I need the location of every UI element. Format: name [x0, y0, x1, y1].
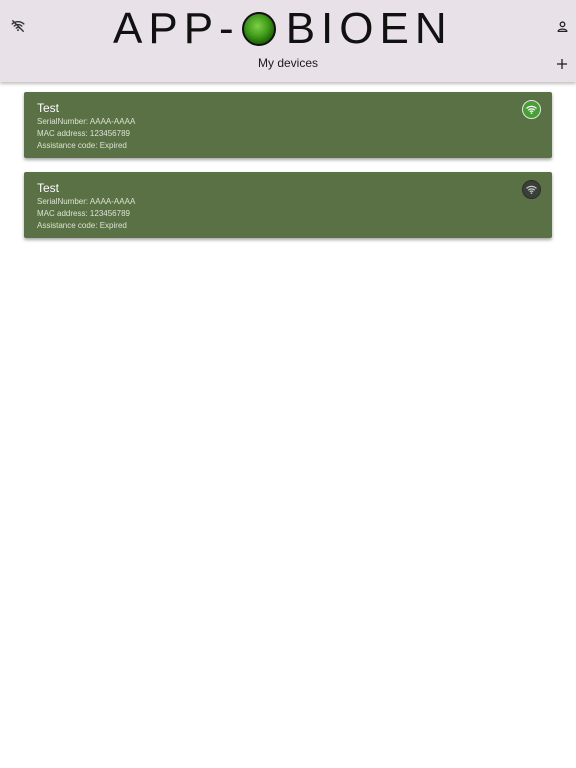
mac-label: MAC address:: [37, 209, 88, 218]
page-title: My devices: [257, 56, 319, 70]
mac-value: 123456789: [89, 209, 130, 218]
device-card[interactable]: Test SerialNumber: AAAA-AAAA MAC address…: [24, 92, 552, 158]
add-icon: [557, 59, 567, 69]
device-mac: MAC address: 123456789: [37, 129, 130, 138]
assistance-value: Expired: [99, 141, 127, 150]
assistance-label: Assistance code:: [37, 221, 98, 230]
add-device-button[interactable]: [550, 52, 574, 76]
mac-value: 123456789: [89, 129, 130, 138]
device-mac: MAC address: 123456789: [37, 209, 130, 218]
logo-text-right: BIOEN: [285, 4, 453, 53]
wifi-online-icon: [522, 100, 541, 119]
wifi-offline-icon: [522, 180, 541, 199]
app-header: APP- BIOEN My devices: [0, 0, 576, 82]
assistance-label: Assistance code:: [37, 141, 98, 150]
account-icon[interactable]: [550, 14, 574, 38]
device-assistance: Assistance code: Expired: [37, 221, 127, 230]
serial-value: AAAA-AAAA: [89, 117, 136, 126]
assistance-value: Expired: [99, 221, 127, 230]
logo-text-left: APP-: [113, 4, 240, 53]
serial-label: SerialNumber:: [37, 197, 89, 206]
device-card[interactable]: Test SerialNumber: AAAA-AAAA MAC address…: [24, 172, 552, 238]
device-name: Test: [37, 101, 60, 115]
device-serial: SerialNumber: AAAA-AAAA: [37, 197, 135, 206]
brand-logo: APP- BIOEN: [113, 6, 463, 52]
device-serial: SerialNumber: AAAA-AAAA: [37, 117, 135, 126]
serial-label: SerialNumber:: [37, 117, 89, 126]
mac-label: MAC address:: [37, 129, 88, 138]
wifi-off-icon[interactable]: [6, 14, 30, 38]
serial-value: AAAA-AAAA: [89, 197, 136, 206]
logo-ball-icon: [241, 12, 276, 46]
device-list: Test SerialNumber: AAAA-AAAA MAC address…: [24, 92, 552, 252]
device-name: Test: [37, 181, 60, 195]
device-assistance: Assistance code: Expired: [37, 141, 127, 150]
